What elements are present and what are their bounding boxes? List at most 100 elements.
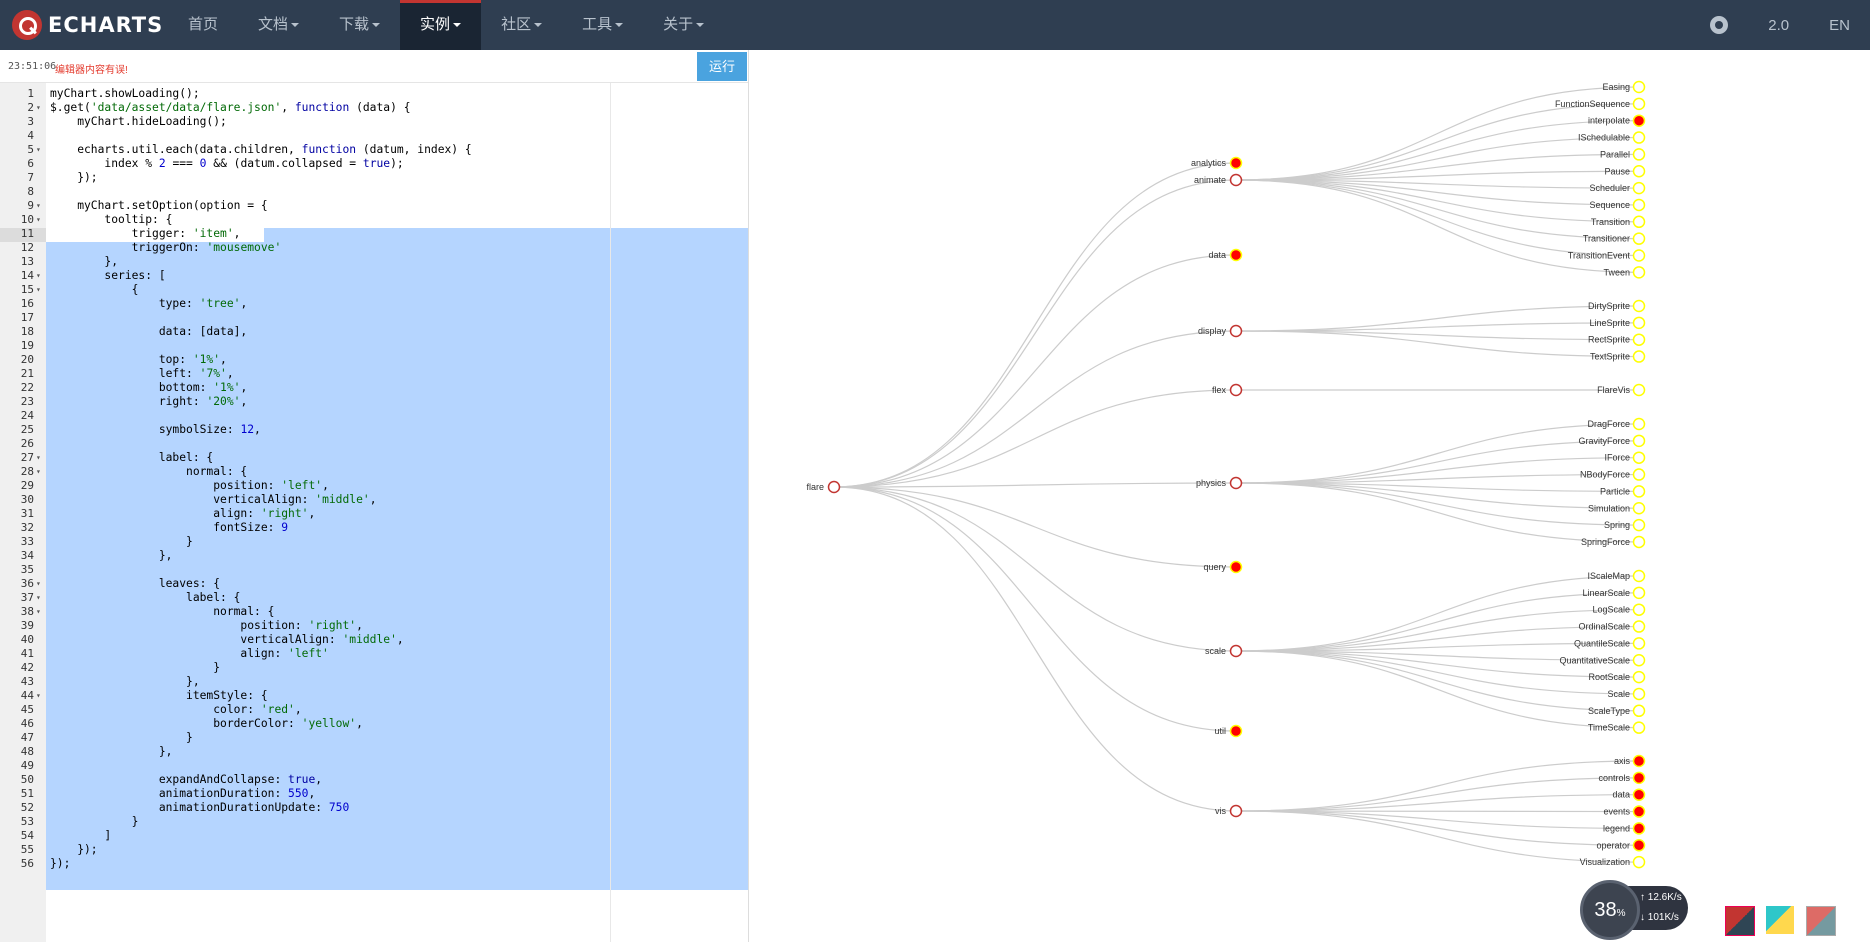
tree-leaf-node[interactable] — [1632, 687, 1646, 701]
tree-link — [1235, 760, 1640, 812]
tree-branch-node[interactable] — [1229, 324, 1243, 338]
tree-leaf-node[interactable] — [1632, 299, 1646, 313]
theme-default-button[interactable] — [1725, 906, 1755, 936]
tree-leaf-node[interactable] — [1632, 603, 1646, 616]
tree-leaf-node[interactable] — [1632, 148, 1646, 161]
tree-leaf-node[interactable] — [1632, 855, 1646, 869]
tree-branch-node[interactable] — [1229, 560, 1243, 574]
tree-leaf-node[interactable] — [1632, 181, 1646, 195]
code-text: itemStyle: { — [50, 689, 268, 702]
tree-branch-node[interactable] — [1229, 173, 1243, 187]
tree-leaf-node[interactable] — [1632, 417, 1646, 431]
tree-branch-node[interactable] — [1229, 248, 1243, 262]
nav-item-5[interactable]: 工具 — [562, 0, 643, 50]
tree-branch-node[interactable] — [1229, 383, 1243, 397]
version-link[interactable]: 2.0 — [1748, 17, 1809, 34]
fold-arrow-icon[interactable]: ▾ — [36, 283, 41, 297]
network-speed-widget[interactable]: ↑ 12.6K/s ↓ 101K/s 38% — [1580, 880, 1700, 940]
fold-arrow-icon[interactable]: ▾ — [36, 269, 41, 283]
line-number: 47 — [20, 731, 34, 744]
tree-root-node[interactable] — [827, 480, 841, 494]
tree-leaf-node[interactable] — [1632, 620, 1646, 633]
github-link[interactable] — [1690, 16, 1748, 34]
fold-arrow-icon[interactable]: ▾ — [36, 143, 41, 157]
nav-item-0[interactable]: 首页 — [168, 0, 238, 50]
tree-leaf-node[interactable] — [1632, 232, 1646, 245]
theme-vintage-button[interactable] — [1806, 906, 1836, 936]
language-switch[interactable]: EN — [1809, 17, 1870, 34]
download-value: 101K/s — [1647, 912, 1679, 923]
caret-down-icon — [696, 23, 705, 28]
tree-branch-node[interactable] — [1229, 644, 1243, 658]
tree-leaf-node[interactable] — [1632, 704, 1646, 718]
fold-arrow-icon[interactable]: ▾ — [36, 101, 41, 115]
theme-macarons-button[interactable] — [1766, 906, 1794, 934]
fold-arrow-icon[interactable]: ▾ — [36, 451, 41, 465]
tree-leaf-node[interactable] — [1632, 569, 1646, 583]
line-number: 10 — [20, 213, 34, 226]
upload-speed: ↑ 12.6K/s — [1640, 892, 1682, 903]
tree-branch-node[interactable] — [1229, 476, 1243, 490]
fold-arrow-icon[interactable]: ▾ — [36, 577, 41, 591]
tree-leaf-node[interactable] — [1632, 788, 1646, 801]
tree-leaf-node[interactable] — [1632, 434, 1646, 448]
tree-leaf-node[interactable] — [1632, 754, 1646, 768]
tree-leaf-node[interactable] — [1632, 518, 1646, 532]
tree-leaf-node[interactable] — [1632, 333, 1646, 346]
tree-leaf-label: DirtySprite — [1588, 301, 1630, 311]
tree-leaf-node[interactable] — [1632, 822, 1646, 835]
tree-leaf-node[interactable] — [1632, 839, 1646, 852]
tree-leaf-node[interactable] — [1632, 468, 1646, 481]
nav-item-6[interactable]: 关于 — [643, 0, 724, 50]
code-text: borderColor: 'yellow', — [50, 717, 363, 730]
line-number: 27 — [20, 451, 34, 464]
tree-leaf-node[interactable] — [1632, 535, 1646, 549]
tree-branch-node[interactable] — [1229, 156, 1243, 170]
tree-leaf-node[interactable] — [1632, 670, 1646, 684]
tree-leaf-node[interactable] — [1632, 485, 1646, 498]
tree-branch-node[interactable] — [1229, 724, 1243, 738]
tree-leaf-node[interactable] — [1632, 266, 1646, 279]
code-text: } — [50, 731, 193, 744]
fold-arrow-icon[interactable]: ▾ — [36, 605, 41, 619]
fold-arrow-icon[interactable]: ▾ — [36, 591, 41, 605]
tree-leaf-node[interactable] — [1632, 249, 1646, 262]
tree-leaf-node[interactable] — [1632, 771, 1646, 785]
fold-arrow-icon[interactable]: ▾ — [36, 199, 41, 213]
code-area[interactable]: 1 myChart.showLoading(); 2 ▾ $.get('data/ass… — [0, 83, 748, 942]
tree-leaf-node[interactable] — [1632, 451, 1646, 464]
tree-leaf-node[interactable] — [1632, 502, 1646, 515]
tree-leaf-node[interactable] — [1632, 215, 1646, 229]
tree-leaf-node[interactable] — [1632, 165, 1646, 178]
tree-leaf-label: Parallel — [1600, 149, 1630, 159]
tree-leaf-node[interactable] — [1632, 316, 1646, 330]
line-number: 50 — [20, 773, 34, 786]
fold-arrow-icon[interactable]: ▾ — [36, 213, 41, 227]
tree-leaf-node[interactable] — [1632, 97, 1646, 111]
tree-branch-node[interactable] — [1229, 804, 1243, 818]
nav-item-label: 文档 — [258, 16, 289, 33]
tree-leaf-node[interactable] — [1632, 637, 1646, 650]
fold-arrow-icon[interactable]: ▾ — [36, 689, 41, 703]
nav-item-1[interactable]: 文档 — [238, 0, 319, 50]
tree-leaf-node[interactable] — [1632, 198, 1646, 212]
tree-leaf-node[interactable] — [1632, 114, 1646, 127]
code-text: } — [50, 661, 221, 674]
run-button[interactable]: 运行 — [697, 52, 747, 81]
tree-leaf-node[interactable] — [1632, 721, 1646, 734]
tree-leaf-node[interactable] — [1632, 586, 1646, 600]
tree-leaf-node[interactable] — [1632, 80, 1646, 94]
tree-leaf-node[interactable] — [1632, 131, 1646, 144]
nav-item-3[interactable]: 实例 — [400, 0, 482, 50]
tree-svg[interactable]: analytics Easing FunctionSequence interpola… — [749, 50, 1870, 942]
echarts-logo[interactable]: ECHARTS — [12, 9, 163, 41]
tree-leaf-node[interactable] — [1632, 654, 1646, 667]
tree-leaf-node[interactable] — [1632, 383, 1646, 397]
tree-leaf-label: TransitionEvent — [1568, 251, 1631, 261]
nav-item-2[interactable]: 下载 — [319, 0, 400, 50]
fold-arrow-icon[interactable]: ▾ — [36, 465, 41, 479]
tree-chart[interactable]: analytics Easing FunctionSequence interpola… — [749, 50, 1870, 942]
tree-leaf-node[interactable] — [1632, 350, 1646, 363]
tree-leaf-node[interactable] — [1632, 805, 1646, 818]
nav-item-4[interactable]: 社区 — [481, 0, 562, 50]
